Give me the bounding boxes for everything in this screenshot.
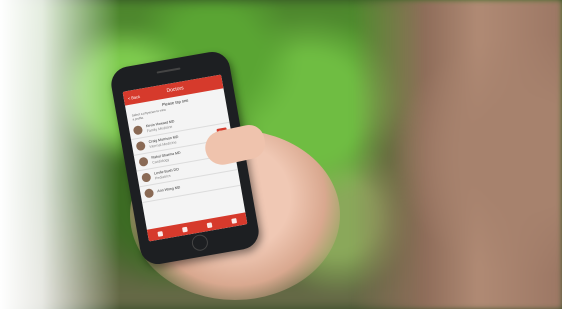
search-tab-icon[interactable] (181, 226, 188, 233)
messages-tab-icon[interactable] (206, 221, 213, 228)
home-button[interactable] (190, 233, 210, 252)
left-white-fade (0, 0, 120, 309)
person-hair (352, 0, 562, 309)
doctor-photo (141, 172, 152, 183)
home-tab-icon[interactable] (157, 230, 164, 237)
phone-speaker (156, 67, 181, 74)
doctor-name: Ann Wong MD (157, 185, 181, 194)
menu-tab-icon[interactable] (231, 217, 237, 224)
header-title: Doctors (166, 85, 185, 95)
back-button[interactable]: < Back (127, 93, 140, 100)
doctor-photo (135, 140, 146, 152)
doctor-photo (143, 188, 155, 199)
doctor-photo (138, 156, 149, 167)
photo-scene: < Back Doctors Please tap one Select a p… (0, 0, 562, 309)
doctor-photo (132, 125, 144, 136)
